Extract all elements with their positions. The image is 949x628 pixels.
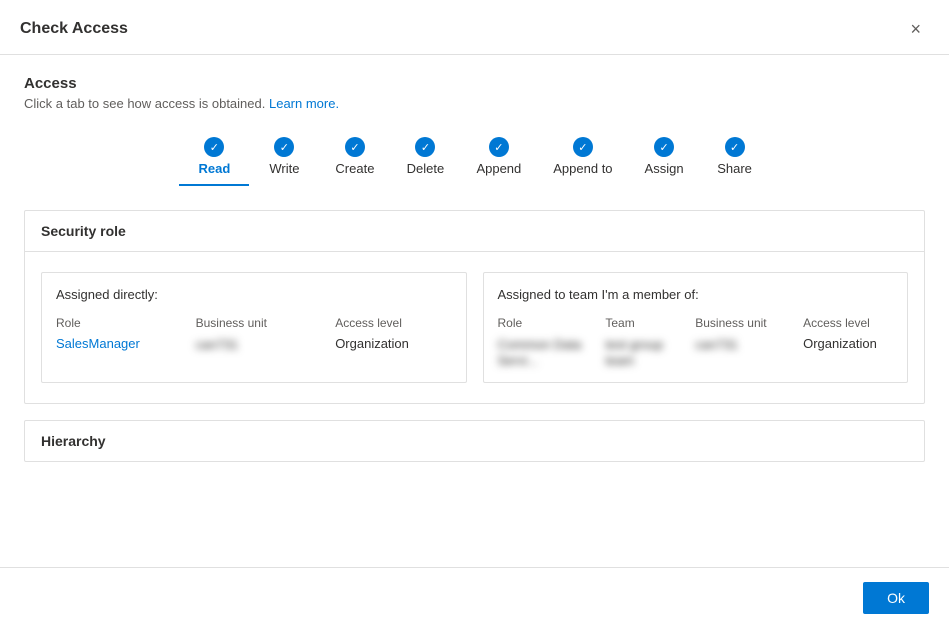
tab-write[interactable]: ✓ Write	[249, 131, 319, 186]
security-role-body: Assigned directly: Role Business unit Ac…	[25, 252, 924, 403]
tab-delete[interactable]: ✓ Delete	[390, 131, 460, 186]
bu-cell-direct: can731	[196, 336, 336, 352]
tab-assign-check: ✓	[654, 137, 674, 157]
assigned-team-header-row: Role Team Business unit Access level	[498, 316, 894, 330]
tab-read-label: Read	[199, 161, 231, 176]
ok-button[interactable]: Ok	[863, 582, 929, 614]
col-header-team: Team	[605, 316, 695, 330]
assigned-directly-header-row: Role Business unit Access level	[56, 316, 452, 330]
tab-append-to-check: ✓	[573, 137, 593, 157]
security-role-section: Security role Assigned directly: Role Bu…	[24, 210, 925, 404]
tab-share-check: ✓	[725, 137, 745, 157]
tabs-row: ✓ Read ✓ Write ✓ Create ✓ Delete ✓ Appen…	[24, 131, 925, 186]
col-header-role-direct: Role	[56, 316, 196, 330]
tab-write-check: ✓	[274, 137, 294, 157]
bu-value-direct: can731	[196, 337, 239, 352]
col-header-bu-direct: Business unit	[196, 316, 336, 330]
tab-append-label: Append	[476, 161, 521, 176]
tab-create-check: ✓	[345, 137, 365, 157]
assigned-team-data-row: Common Data Servi... test group team can…	[498, 336, 894, 368]
access-subtitle: Click a tab to see how access is obtaine…	[24, 96, 925, 111]
dialog-footer: Ok	[0, 567, 949, 628]
security-role-header: Security role	[25, 211, 924, 252]
tab-share[interactable]: ✓ Share	[700, 131, 770, 186]
role-link-part1: Sales	[56, 336, 89, 351]
dialog-header: Check Access ×	[0, 0, 949, 55]
team-value: test group team	[605, 337, 663, 368]
access-cell-direct: Organization	[335, 336, 451, 352]
assigned-directly-title: Assigned directly:	[56, 287, 452, 302]
check-access-dialog: Check Access × Access Click a tab to see…	[0, 0, 949, 628]
tab-share-label: Share	[717, 161, 752, 176]
tab-append[interactable]: ✓ Append	[460, 131, 537, 186]
col-header-access-team: Access level	[803, 316, 893, 330]
bu-value-team: can731	[695, 337, 738, 352]
role-link-direct[interactable]: SalesManager	[56, 336, 196, 351]
assigned-team-panel: Assigned to team I'm a member of: Role T…	[483, 272, 909, 383]
assigned-directly-data-row: SalesManager can731 Organization	[56, 336, 452, 352]
tab-delete-check: ✓	[415, 137, 435, 157]
access-title: Access	[24, 75, 925, 92]
close-button[interactable]: ×	[902, 16, 929, 42]
assigned-team-title: Assigned to team I'm a member of:	[498, 287, 894, 302]
tab-append-to[interactable]: ✓ Append to	[537, 131, 628, 186]
access-cell-team: Organization	[803, 336, 893, 368]
bu-cell-team: can731	[695, 336, 803, 368]
assigned-directly-panel: Assigned directly: Role Business unit Ac…	[41, 272, 467, 383]
dialog-title: Check Access	[20, 20, 128, 38]
tab-append-to-label: Append to	[553, 161, 612, 176]
role-cell-team: Common Data Servi...	[498, 336, 606, 368]
learn-more-link[interactable]: Learn more.	[269, 96, 339, 111]
hierarchy-header: Hierarchy	[25, 421, 924, 461]
access-subtitle-text: Click a tab to see how access is obtaine…	[24, 96, 265, 111]
tab-assign-label: Assign	[645, 161, 684, 176]
col-header-role-team: Role	[498, 316, 606, 330]
role-link-part2: Manager	[89, 336, 140, 351]
tab-write-label: Write	[269, 161, 299, 176]
col-header-bu-team: Business unit	[695, 316, 803, 330]
tab-append-check: ✓	[489, 137, 509, 157]
role-value-team: Common Data Servi...	[498, 337, 582, 368]
tab-create-label: Create	[335, 161, 374, 176]
tab-delete-label: Delete	[407, 161, 445, 176]
dialog-body: Access Click a tab to see how access is …	[0, 55, 949, 567]
tab-assign[interactable]: ✓ Assign	[629, 131, 700, 186]
team-cell: test group team	[605, 336, 695, 368]
role-cell-direct: SalesManager	[56, 336, 196, 352]
hierarchy-section: Hierarchy	[24, 420, 925, 462]
tab-read[interactable]: ✓ Read	[179, 131, 249, 186]
tab-create[interactable]: ✓ Create	[319, 131, 390, 186]
col-header-access-direct: Access level	[335, 316, 451, 330]
tab-read-check: ✓	[204, 137, 224, 157]
